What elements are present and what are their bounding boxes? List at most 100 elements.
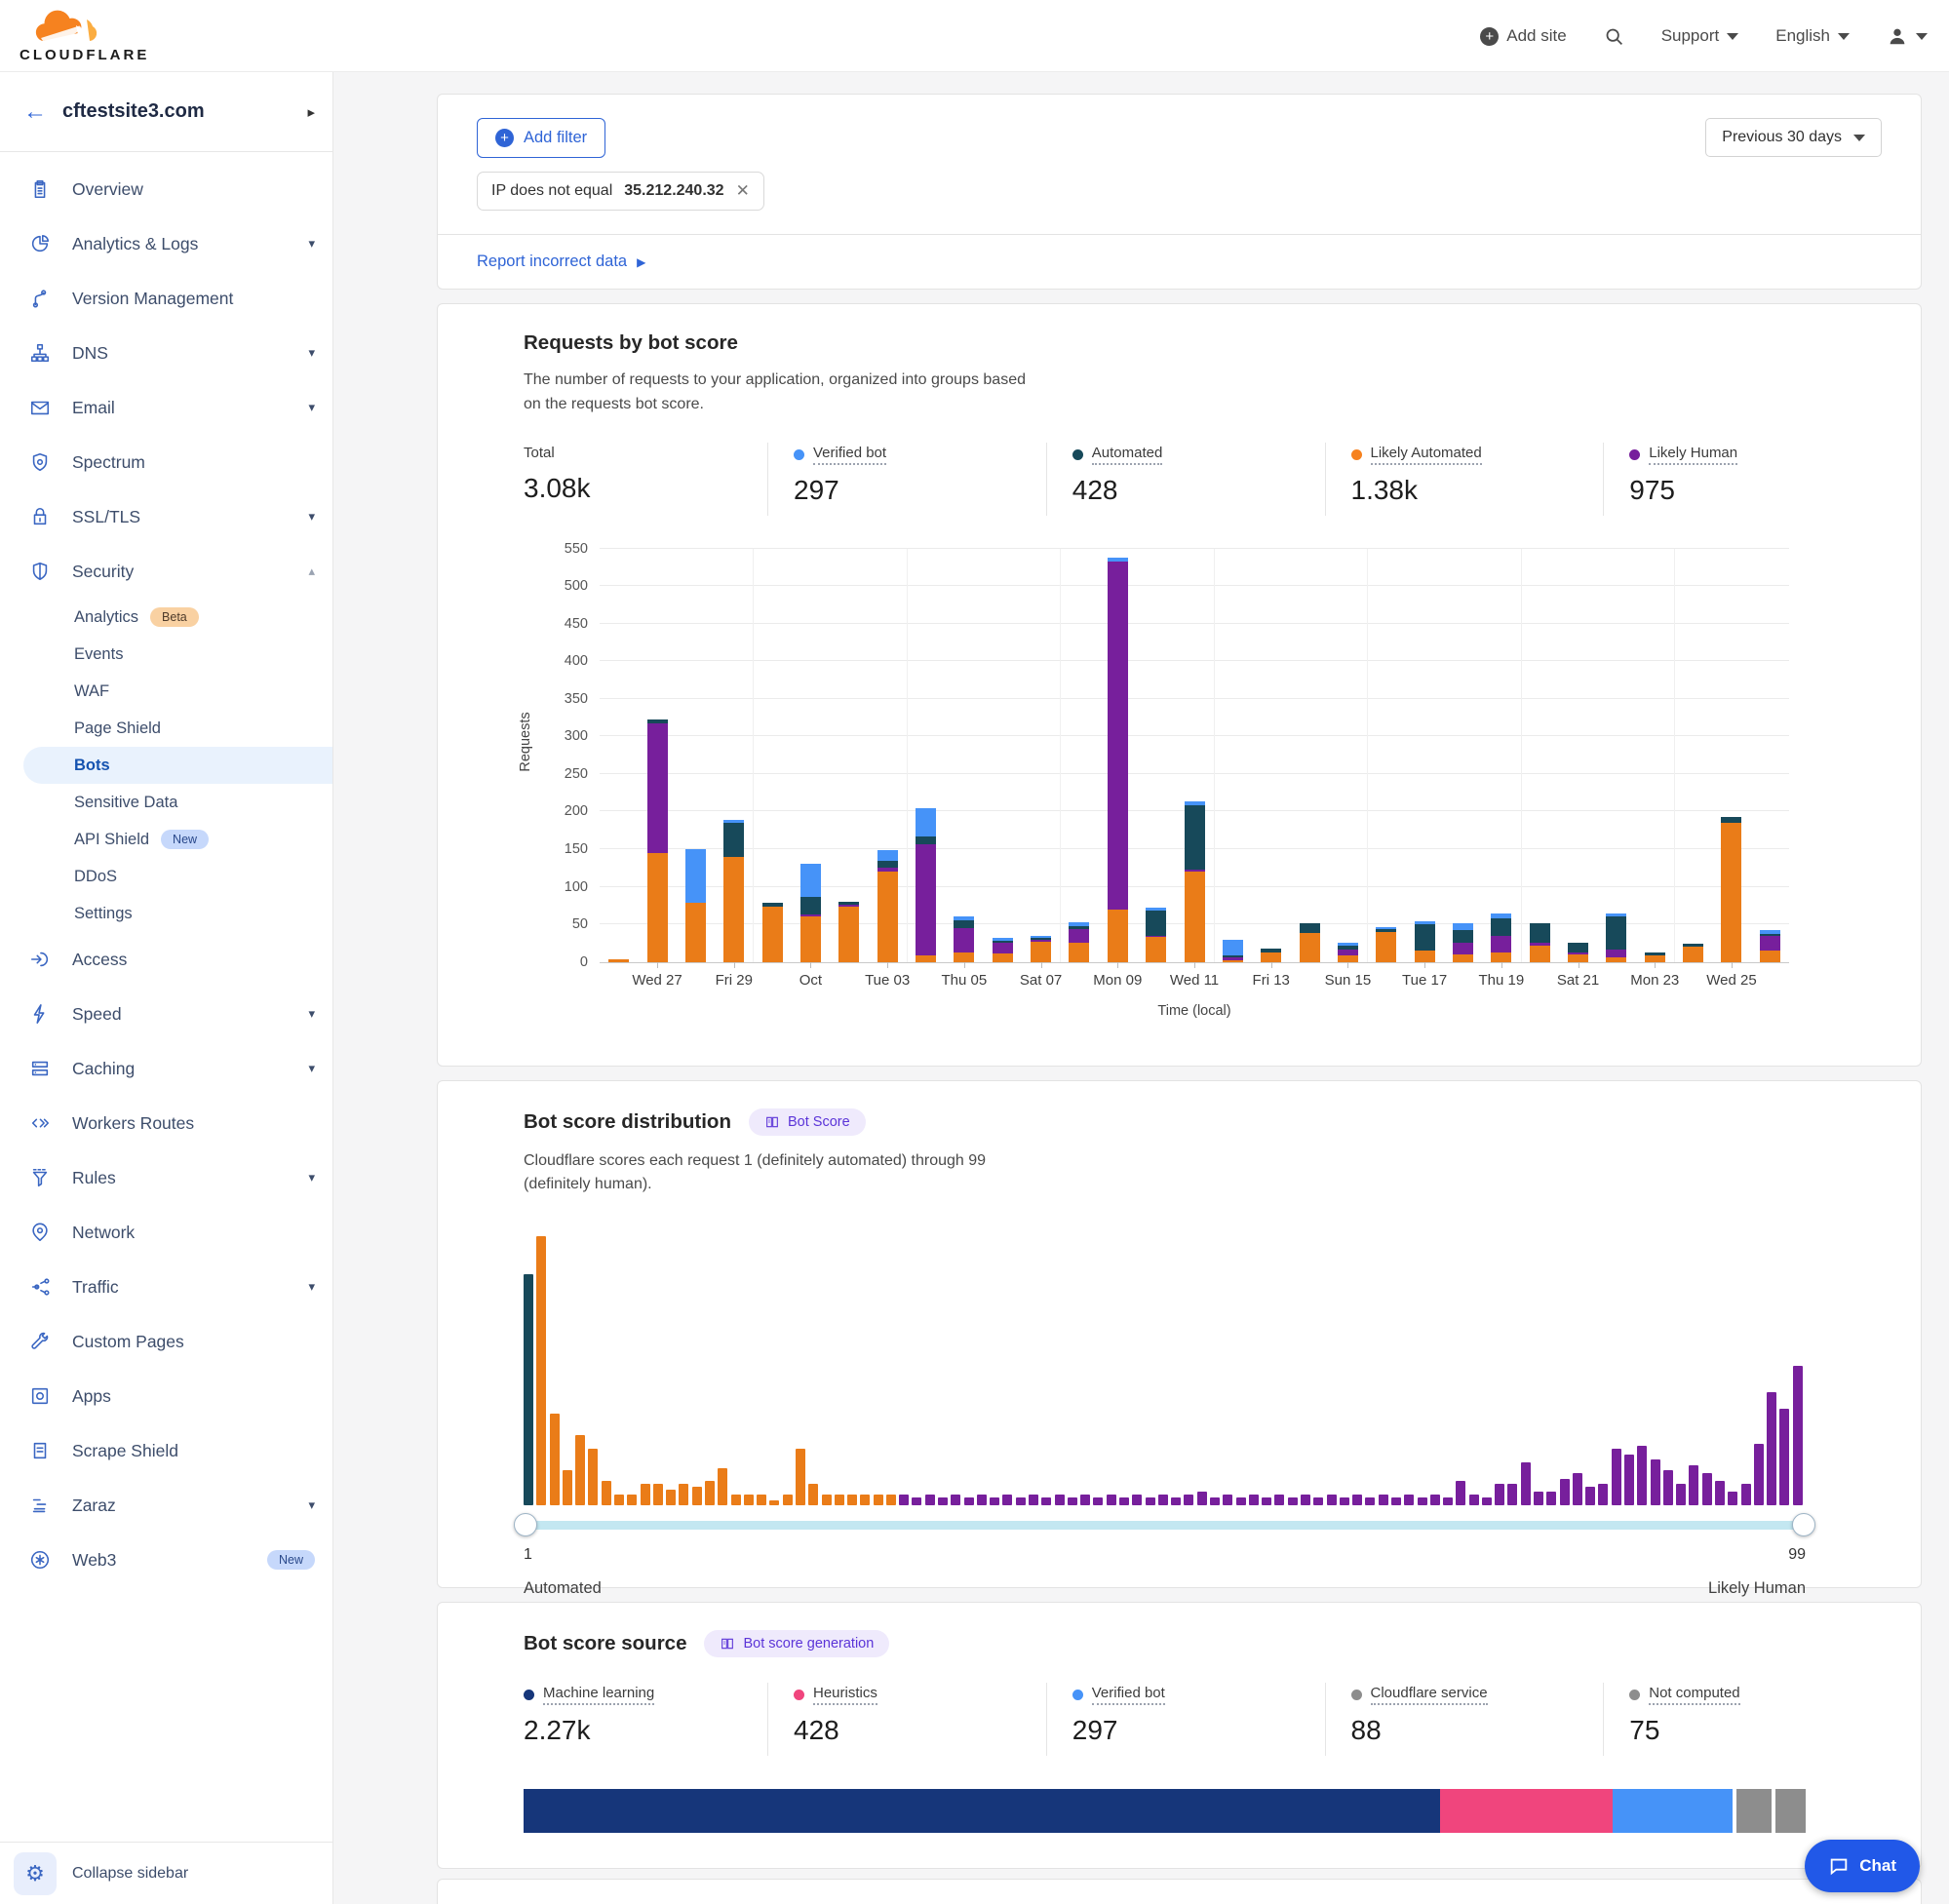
histogram-bar[interactable] <box>744 1495 754 1505</box>
histogram-bar[interactable] <box>1107 1495 1116 1505</box>
language-menu[interactable]: English <box>1775 26 1850 46</box>
histogram-bar[interactable] <box>1418 1497 1427 1505</box>
histogram-bar[interactable] <box>731 1495 741 1505</box>
histogram-bar[interactable] <box>1080 1495 1090 1505</box>
histogram-bar[interactable] <box>1171 1497 1181 1505</box>
sidebar-item-ddos[interactable]: DDoS <box>0 858 332 895</box>
histogram-bar[interactable] <box>835 1495 844 1505</box>
histogram-bar[interactable] <box>1184 1495 1193 1505</box>
histogram-bar[interactable] <box>1016 1497 1026 1505</box>
source-segment-heuristics[interactable] <box>1440 1789 1613 1833</box>
report-incorrect-data-link[interactable]: Report incorrect data <box>477 253 627 271</box>
histogram-bar[interactable] <box>874 1495 883 1505</box>
sidebar-item-overview[interactable]: Overview <box>0 162 332 216</box>
histogram-bar[interactable] <box>783 1495 793 1505</box>
histogram-bar[interactable] <box>1689 1465 1698 1505</box>
histogram-bar[interactable] <box>588 1449 598 1505</box>
histogram-bar[interactable] <box>653 1484 663 1505</box>
histogram-bar[interactable] <box>938 1497 948 1505</box>
source-segment-machine-learning[interactable] <box>524 1789 1440 1833</box>
histogram-bar[interactable] <box>1327 1495 1337 1505</box>
slider-handle-left[interactable] <box>514 1513 537 1536</box>
sidebar-item-traffic[interactable]: Traffic▾ <box>0 1260 332 1314</box>
sidebar-item-workers-routes[interactable]: Workers Routes <box>0 1096 332 1150</box>
stacked-bar[interactable] <box>1069 922 1089 962</box>
stacked-bar[interactable] <box>1223 940 1243 962</box>
histogram-bar[interactable] <box>718 1468 727 1506</box>
stacked-bar[interactable] <box>1300 923 1320 962</box>
stacked-bar[interactable] <box>1760 930 1780 961</box>
sidebar-item-network[interactable]: Network <box>0 1205 332 1260</box>
histogram-bar[interactable] <box>964 1497 974 1505</box>
histogram-bar[interactable] <box>1313 1497 1323 1505</box>
histogram-bar[interactable] <box>1676 1484 1686 1505</box>
stacked-bar[interactable] <box>762 903 783 962</box>
histogram-bar[interactable] <box>1715 1481 1725 1505</box>
histogram-bar[interactable] <box>1288 1497 1298 1505</box>
histogram-bar[interactable] <box>1456 1481 1465 1505</box>
histogram-bar[interactable] <box>1352 1495 1362 1505</box>
stacked-bar[interactable] <box>877 850 898 962</box>
sidebar-item-security[interactable]: Security▴ <box>0 544 332 599</box>
stacked-bar[interactable] <box>954 916 974 962</box>
account-menu[interactable] <box>1887 25 1928 47</box>
histogram-bar[interactable] <box>808 1484 818 1505</box>
histogram-bar[interactable] <box>705 1481 715 1505</box>
stacked-bar[interactable] <box>608 959 629 962</box>
sidebar-item-apps[interactable]: Apps <box>0 1369 332 1423</box>
histogram-bar[interactable] <box>1560 1479 1570 1506</box>
histogram-bar[interactable] <box>1158 1495 1168 1505</box>
histogram-bar[interactable] <box>1274 1495 1284 1505</box>
sidebar-item-version-management[interactable]: Version Management <box>0 271 332 326</box>
histogram-bar[interactable] <box>1132 1495 1142 1505</box>
histogram-bar[interactable] <box>1093 1497 1103 1505</box>
histogram-bar[interactable] <box>1443 1497 1453 1505</box>
histogram-bar[interactable] <box>1262 1497 1271 1505</box>
stacked-bar[interactable] <box>1645 952 1665 962</box>
histogram-bar[interactable] <box>822 1495 832 1505</box>
source-segment-cloudflare-service[interactable] <box>1736 1789 1772 1833</box>
histogram-bar[interactable] <box>757 1495 766 1505</box>
settings-gear-icon[interactable]: ⚙ <box>14 1852 57 1895</box>
chevron-right-icon[interactable]: ▸ <box>307 103 315 121</box>
sidebar-item-bots[interactable]: Bots <box>23 747 332 784</box>
slider-handle-right[interactable] <box>1792 1513 1815 1536</box>
histogram-bar[interactable] <box>1404 1495 1414 1505</box>
histogram-bar[interactable] <box>1767 1392 1776 1505</box>
histogram-bar[interactable] <box>524 1274 533 1505</box>
histogram-bar[interactable] <box>990 1497 999 1505</box>
stacked-bar[interactable] <box>647 719 668 961</box>
histogram-bar[interactable] <box>1391 1497 1401 1505</box>
histogram-bar[interactable] <box>1469 1495 1479 1505</box>
sidebar-item-zaraz[interactable]: Zaraz▾ <box>0 1478 332 1533</box>
search-icon[interactable] <box>1604 26 1624 47</box>
sidebar-item-analytics-logs[interactable]: Analytics & Logs▾ <box>0 216 332 271</box>
histogram-bar[interactable] <box>575 1435 585 1505</box>
stacked-bar[interactable] <box>1031 936 1051 962</box>
histogram-bar[interactable] <box>1546 1492 1556 1505</box>
sidebar-item-email[interactable]: Email▾ <box>0 380 332 435</box>
histogram-bar[interactable] <box>1624 1455 1634 1505</box>
histogram-bar[interactable] <box>602 1481 611 1505</box>
sidebar-item-rules[interactable]: Rules▾ <box>0 1150 332 1205</box>
histogram-bar[interactable] <box>1119 1497 1129 1505</box>
histogram-bar[interactable] <box>1521 1462 1531 1505</box>
histogram-bar[interactable] <box>1663 1470 1673 1505</box>
histogram-bar[interactable] <box>1612 1449 1621 1505</box>
time-range-dropdown[interactable]: Previous 30 days <box>1705 118 1882 157</box>
histogram-bar[interactable] <box>536 1236 546 1505</box>
add-site-button[interactable]: + Add site <box>1480 26 1566 46</box>
histogram-bar[interactable] <box>692 1487 702 1505</box>
histogram-bar[interactable] <box>641 1484 650 1505</box>
histogram-bar[interactable] <box>550 1414 560 1505</box>
stacked-bar[interactable] <box>1453 923 1473 962</box>
support-menu[interactable]: Support <box>1661 26 1739 46</box>
histogram-bar[interactable] <box>912 1497 921 1505</box>
stacked-bar[interactable] <box>1530 923 1550 962</box>
chat-button[interactable]: Chat <box>1805 1840 1920 1892</box>
histogram-bar[interactable] <box>1249 1495 1259 1505</box>
histogram-bar[interactable] <box>1301 1495 1310 1505</box>
sidebar-item-settings[interactable]: Settings <box>0 895 332 932</box>
source-segment-not-computed[interactable] <box>1775 1789 1806 1833</box>
histogram-bar[interactable] <box>1430 1495 1440 1505</box>
